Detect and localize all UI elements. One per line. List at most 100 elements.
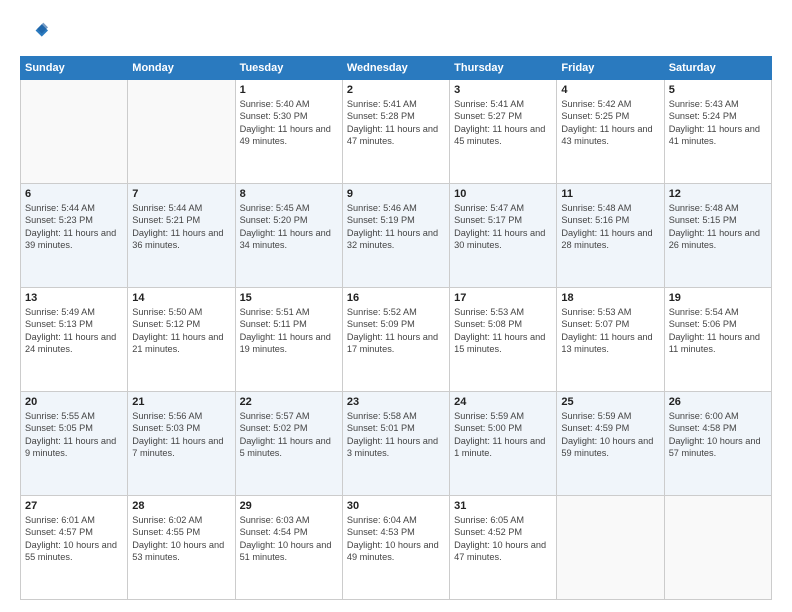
day-header-sunday: Sunday [21,57,128,80]
calendar-cell: 20Sunrise: 5:55 AM Sunset: 5:05 PM Dayli… [21,392,128,496]
calendar-cell: 2Sunrise: 5:41 AM Sunset: 5:28 PM Daylig… [342,80,449,184]
cell-date: 15 [240,292,338,304]
week-row-5: 27 Sunrise: 6:01 AM Sunset: 4:57 PM Dayli… [21,496,772,600]
calendar-table: SundayMondayTuesdayWednesdayThursdayFrid… [20,56,772,600]
day-header-tuesday: Tuesday [235,57,342,80]
cell-info: Sunrise: 5:56 AM Sunset: 5:03 PM Dayligh… [132,410,230,460]
cell-date: 28 [132,500,230,512]
cell-date: 17 [454,292,552,304]
cell-info: Sunrise: 5:43 AM Sunset: 5:24 PM Dayligh… [669,98,767,148]
logo-icon [20,18,48,46]
calendar-cell [21,80,128,184]
cell-info: Sunrise: 5:53 AM Sunset: 5:07 PM Dayligh… [561,306,659,356]
cell-date: 25 [561,396,659,408]
calendar-cell: 16 Sunrise: 5:52 AM Sunset: 5:09 PM Dayli… [342,288,449,392]
cell-date: 11 [561,188,659,200]
cell-date: 29 [240,500,338,512]
calendar-cell: 3 Sunrise: 5:41 AM Sunset: 5:27 PM Daylig… [450,80,557,184]
calendar-cell: 21 Sunrise: 5:56 AM Sunset: 5:03 PM Dayli… [128,392,235,496]
week-row-2: 6 Sunrise: 5:44 AM Sunset: 5:23 PM Daylig… [21,184,772,288]
cell-info: Sunrise: 5:59 AM Sunset: 4:59 PM Dayligh… [561,410,659,460]
calendar-cell: 7 Sunrise: 5:44 AM Sunset: 5:21 PM Daylig… [128,184,235,288]
calendar-cell: 13 Sunrise: 5:49 AM Sunset: 5:13 PM Dayli… [21,288,128,392]
cell-info: Sunrise: 5:54 AM Sunset: 5:06 PM Dayligh… [669,306,767,356]
cell-date: 13 [25,292,123,304]
cell-info: Sunrise: 5:49 AM Sunset: 5:13 PM Dayligh… [25,306,123,356]
cell-info: Sunrise: 5:46 AM Sunset: 5:19 PM Dayligh… [347,202,445,252]
logo [20,18,52,46]
cell-date: 2 [347,84,445,96]
week-row-4: 20Sunrise: 5:55 AM Sunset: 5:05 PM Dayli… [21,392,772,496]
cell-date: 21 [132,396,230,408]
cell-info: Sunrise: 6:05 AM Sunset: 4:52 PM Dayligh… [454,514,552,564]
cell-info: Sunrise: 5:50 AM Sunset: 5:12 PM Dayligh… [132,306,230,356]
cell-info: Sunrise: 6:00 AM Sunset: 4:58 PM Dayligh… [669,410,767,460]
cell-info: Sunrise: 6:04 AM Sunset: 4:53 PM Dayligh… [347,514,445,564]
calendar-cell: 19 Sunrise: 5:54 AM Sunset: 5:06 PM Dayli… [664,288,771,392]
cell-info: Sunrise: 5:53 AM Sunset: 5:08 PM Dayligh… [454,306,552,356]
calendar-cell: 22 Sunrise: 5:57 AM Sunset: 5:02 PM Dayli… [235,392,342,496]
cell-date: 16 [347,292,445,304]
cell-info: Sunrise: 5:47 AM Sunset: 5:17 PM Dayligh… [454,202,552,252]
page: SundayMondayTuesdayWednesdayThursdayFrid… [0,0,792,612]
cell-date: 5 [669,84,767,96]
cell-info: Sunrise: 5:52 AM Sunset: 5:09 PM Dayligh… [347,306,445,356]
cell-info: Sunrise: 5:41 AM Sunset: 5:27 PM Dayligh… [454,98,552,148]
week-row-3: 13 Sunrise: 5:49 AM Sunset: 5:13 PM Dayli… [21,288,772,392]
calendar-cell [557,496,664,600]
cell-date: 24 [454,396,552,408]
cell-info: Sunrise: 6:01 AM Sunset: 4:57 PM Dayligh… [25,514,123,564]
cell-date: 27 [25,500,123,512]
cell-date: 26 [669,396,767,408]
day-header-monday: Monday [128,57,235,80]
day-header-saturday: Saturday [664,57,771,80]
cell-info: Sunrise: 5:44 AM Sunset: 5:23 PM Dayligh… [25,202,123,252]
cell-info: Sunrise: 5:55 AM Sunset: 5:05 PM Dayligh… [25,410,123,460]
calendar-cell: 1 Sunrise: 5:40 AM Sunset: 5:30 PM Daylig… [235,80,342,184]
calendar-cell: 17 Sunrise: 5:53 AM Sunset: 5:08 PM Dayli… [450,288,557,392]
cell-date: 19 [669,292,767,304]
calendar-cell: 31Sunrise: 6:05 AM Sunset: 4:52 PM Dayli… [450,496,557,600]
calendar-cell [128,80,235,184]
cell-date: 22 [240,396,338,408]
cell-info: Sunrise: 5:59 AM Sunset: 5:00 PM Dayligh… [454,410,552,460]
cell-date: 7 [132,188,230,200]
calendar-cell: 15 Sunrise: 5:51 AM Sunset: 5:11 PM Dayli… [235,288,342,392]
cell-date: 18 [561,292,659,304]
day-header-friday: Friday [557,57,664,80]
cell-date: 30 [347,500,445,512]
cell-date: 3 [454,84,552,96]
cell-date: 1 [240,84,338,96]
cell-info: Sunrise: 5:44 AM Sunset: 5:21 PM Dayligh… [132,202,230,252]
cell-info: Sunrise: 5:45 AM Sunset: 5:20 PM Dayligh… [240,202,338,252]
cell-date: 6 [25,188,123,200]
cell-info: Sunrise: 5:40 AM Sunset: 5:30 PM Dayligh… [240,98,338,148]
calendar-cell [664,496,771,600]
calendar-cell: 12 Sunrise: 5:48 AM Sunset: 5:15 PM Dayli… [664,184,771,288]
calendar-cell: 26 Sunrise: 6:00 AM Sunset: 4:58 PM Dayli… [664,392,771,496]
calendar-cell: 24 Sunrise: 5:59 AM Sunset: 5:00 PM Dayli… [450,392,557,496]
calendar-cell: 11 Sunrise: 5:48 AM Sunset: 5:16 PM Dayli… [557,184,664,288]
calendar-cell: 29Sunrise: 6:03 AM Sunset: 4:54 PM Dayli… [235,496,342,600]
cell-info: Sunrise: 5:57 AM Sunset: 5:02 PM Dayligh… [240,410,338,460]
cell-info: Sunrise: 5:48 AM Sunset: 5:15 PM Dayligh… [669,202,767,252]
cell-date: 10 [454,188,552,200]
cell-date: 8 [240,188,338,200]
calendar-cell: 27 Sunrise: 6:01 AM Sunset: 4:57 PM Dayli… [21,496,128,600]
calendar-cell: 9Sunrise: 5:46 AM Sunset: 5:19 PM Daylig… [342,184,449,288]
cell-date: 23 [347,396,445,408]
cell-info: Sunrise: 5:42 AM Sunset: 5:25 PM Dayligh… [561,98,659,148]
calendar-cell: 14 Sunrise: 5:50 AM Sunset: 5:12 PM Dayli… [128,288,235,392]
cell-info: Sunrise: 6:02 AM Sunset: 4:55 PM Dayligh… [132,514,230,564]
cell-info: Sunrise: 5:48 AM Sunset: 5:16 PM Dayligh… [561,202,659,252]
cell-info: Sunrise: 5:51 AM Sunset: 5:11 PM Dayligh… [240,306,338,356]
cell-date: 14 [132,292,230,304]
calendar-cell: 5 Sunrise: 5:43 AM Sunset: 5:24 PM Daylig… [664,80,771,184]
day-header-thursday: Thursday [450,57,557,80]
header [20,18,772,46]
calendar-cell: 8 Sunrise: 5:45 AM Sunset: 5:20 PM Daylig… [235,184,342,288]
calendar-cell: 4Sunrise: 5:42 AM Sunset: 5:25 PM Daylig… [557,80,664,184]
cell-date: 12 [669,188,767,200]
calendar-cell: 28 Sunrise: 6:02 AM Sunset: 4:55 PM Dayli… [128,496,235,600]
calendar-cell: 30 Sunrise: 6:04 AM Sunset: 4:53 PM Dayli… [342,496,449,600]
